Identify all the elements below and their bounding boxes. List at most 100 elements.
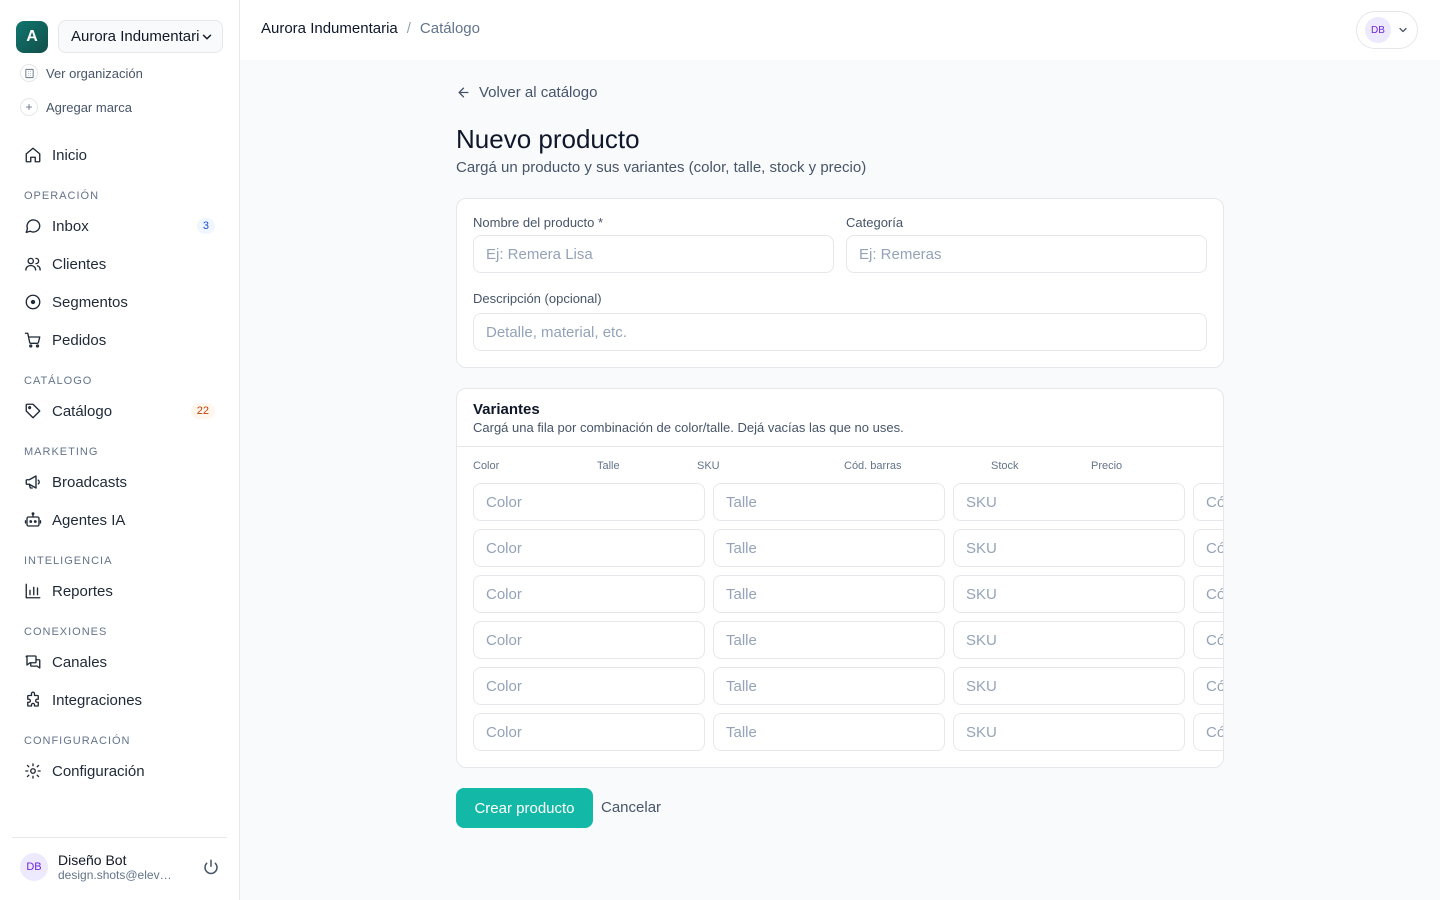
description-input[interactable] bbox=[473, 313, 1207, 351]
power-icon[interactable] bbox=[202, 858, 220, 876]
variant-barcode-input[interactable] bbox=[1193, 575, 1223, 613]
inbox-count-badge: 3 bbox=[196, 218, 215, 234]
tag-icon bbox=[25, 403, 41, 419]
nav-item-configuration[interactable]: Configuración bbox=[12, 754, 227, 788]
variant-size-input[interactable] bbox=[713, 667, 945, 705]
page-title: Nuevo producto bbox=[456, 124, 640, 154]
nav-label: Catálogo bbox=[52, 402, 113, 420]
variant-barcode-input[interactable] bbox=[1193, 621, 1223, 659]
column-header-color: Color bbox=[473, 460, 500, 472]
variant-barcode-input[interactable] bbox=[1193, 667, 1223, 705]
topbar: Aurora Indumentaria / Catálogo DB bbox=[240, 0, 1440, 60]
target-icon bbox=[25, 294, 41, 310]
variant-size-input[interactable] bbox=[713, 713, 945, 751]
nav-item-broadcasts[interactable]: Broadcasts bbox=[12, 465, 227, 499]
nav-label: Reportes bbox=[52, 582, 113, 600]
nav-item-channels[interactable]: Canales bbox=[12, 645, 227, 679]
variant-color-input[interactable] bbox=[473, 483, 705, 521]
variant-sku-input[interactable] bbox=[953, 621, 1185, 659]
section-label-marketing: MARKETING bbox=[24, 446, 99, 458]
variant-size-input[interactable] bbox=[713, 529, 945, 567]
section-label-catalog: CATÁLOGO bbox=[24, 375, 93, 387]
nav-item-orders[interactable]: Pedidos bbox=[12, 323, 227, 357]
nav-label: Pedidos bbox=[52, 331, 107, 349]
back-to-catalog-link[interactable]: Volver al catálogo bbox=[456, 84, 597, 101]
nav-item-inbox[interactable]: Inbox 3 bbox=[12, 209, 227, 243]
page-subtitle: Cargá un producto y sus variantes (color… bbox=[456, 159, 867, 176]
avatar: DB bbox=[20, 853, 48, 881]
category-label: Categoría bbox=[846, 215, 904, 230]
column-header-barcode: Cód. barras bbox=[844, 460, 902, 472]
column-header-sku: SKU bbox=[697, 460, 720, 472]
nav-item-catalog[interactable]: Catálogo 22 bbox=[12, 394, 227, 428]
create-product-button[interactable]: Crear producto bbox=[456, 788, 593, 828]
nav-label: Inbox bbox=[52, 217, 89, 235]
nav-label: Clientes bbox=[52, 255, 107, 273]
breadcrumb-current[interactable]: Catálogo bbox=[420, 20, 480, 37]
org-select[interactable]: Aurora Indumentaria bbox=[58, 20, 223, 53]
bar-chart-icon bbox=[25, 583, 41, 599]
view-org-label: Ver organización bbox=[46, 65, 143, 81]
sidebar: A Aurora Indumentaria Ver organización +… bbox=[0, 0, 240, 900]
chevron-down-icon bbox=[202, 34, 212, 39]
divider bbox=[457, 446, 1223, 447]
nav-label: Configuración bbox=[52, 762, 145, 780]
variant-size-input[interactable] bbox=[713, 621, 945, 659]
category-input[interactable] bbox=[846, 235, 1207, 273]
megaphone-icon bbox=[25, 475, 40, 489]
org-select-value: Aurora Indumentaria bbox=[71, 28, 200, 45]
add-brand-link[interactable]: + Agregar marca bbox=[20, 98, 132, 116]
column-header-price: Precio bbox=[1091, 460, 1123, 472]
variant-sku-input[interactable] bbox=[953, 529, 1185, 567]
section-label-connections: CONEXIONES bbox=[24, 626, 108, 638]
variant-color-input[interactable] bbox=[473, 713, 705, 751]
column-header-stock: Stock bbox=[991, 460, 1019, 472]
breadcrumb-org[interactable]: Aurora Indumentaria bbox=[261, 20, 398, 37]
user-profile[interactable]: DB Diseño Bot design.shots@eleventa.ai bbox=[20, 852, 220, 882]
nav-item-segments[interactable]: Segmentos bbox=[12, 285, 227, 319]
building-icon bbox=[20, 64, 38, 82]
view-org-link[interactable]: Ver organización bbox=[20, 64, 143, 82]
account-menu-button[interactable]: DB bbox=[1356, 11, 1418, 49]
section-label-settings: CONFIGURACIÓN bbox=[24, 735, 131, 747]
nav-item-home[interactable]: Inicio bbox=[12, 138, 227, 172]
nav-item-clients[interactable]: Clientes bbox=[12, 247, 227, 281]
chevron-down-icon bbox=[1399, 27, 1407, 33]
nav-label: Inicio bbox=[52, 146, 88, 164]
org-switcher-row: A Aurora Indumentaria bbox=[16, 20, 223, 53]
section-label-intelligence: INTELIGENCIA bbox=[24, 555, 113, 567]
cancel-button[interactable]: Cancelar bbox=[601, 799, 661, 816]
variant-size-input[interactable] bbox=[713, 483, 945, 521]
variant-sku-input[interactable] bbox=[953, 667, 1185, 705]
section-label-operation: OPERACIÓN bbox=[24, 190, 100, 202]
messages-icon bbox=[25, 655, 41, 669]
nav-item-reports[interactable]: Reportes bbox=[12, 574, 227, 608]
variant-color-input[interactable] bbox=[473, 575, 705, 613]
variant-color-input[interactable] bbox=[473, 621, 705, 659]
arrow-left-icon bbox=[458, 87, 469, 98]
variant-barcode-input[interactable] bbox=[1193, 713, 1223, 751]
variant-sku-input[interactable] bbox=[953, 575, 1185, 613]
variant-size-input[interactable] bbox=[713, 575, 945, 613]
breadcrumb-separator: / bbox=[406, 20, 411, 37]
sidebar-divider bbox=[12, 837, 227, 838]
variant-barcode-input[interactable] bbox=[1193, 483, 1223, 521]
variant-sku-input[interactable] bbox=[953, 483, 1185, 521]
nav-item-agents[interactable]: Agentes IA bbox=[12, 503, 227, 537]
nav-label: Broadcasts bbox=[52, 473, 128, 491]
variant-barcode-input[interactable] bbox=[1193, 529, 1223, 567]
variant-sku-input[interactable] bbox=[953, 713, 1185, 751]
home-icon bbox=[25, 147, 41, 163]
avatar: DB bbox=[1365, 17, 1391, 43]
user-email: design.shots@eleventa.ai bbox=[58, 868, 178, 882]
variants-card: Variantes Cargá una fila por combinación… bbox=[456, 388, 1224, 768]
variant-color-input[interactable] bbox=[473, 529, 705, 567]
plus-icon: + bbox=[20, 98, 38, 116]
product-details-card: Nombre del producto * Categoría Descripc… bbox=[456, 198, 1224, 368]
gear-icon bbox=[25, 763, 41, 779]
product-name-input[interactable] bbox=[473, 235, 834, 273]
user-name: Diseño Bot bbox=[58, 852, 127, 868]
nav-item-integrations[interactable]: Integraciones bbox=[12, 683, 227, 717]
variant-color-input[interactable] bbox=[473, 667, 705, 705]
message-circle-icon bbox=[25, 219, 41, 234]
